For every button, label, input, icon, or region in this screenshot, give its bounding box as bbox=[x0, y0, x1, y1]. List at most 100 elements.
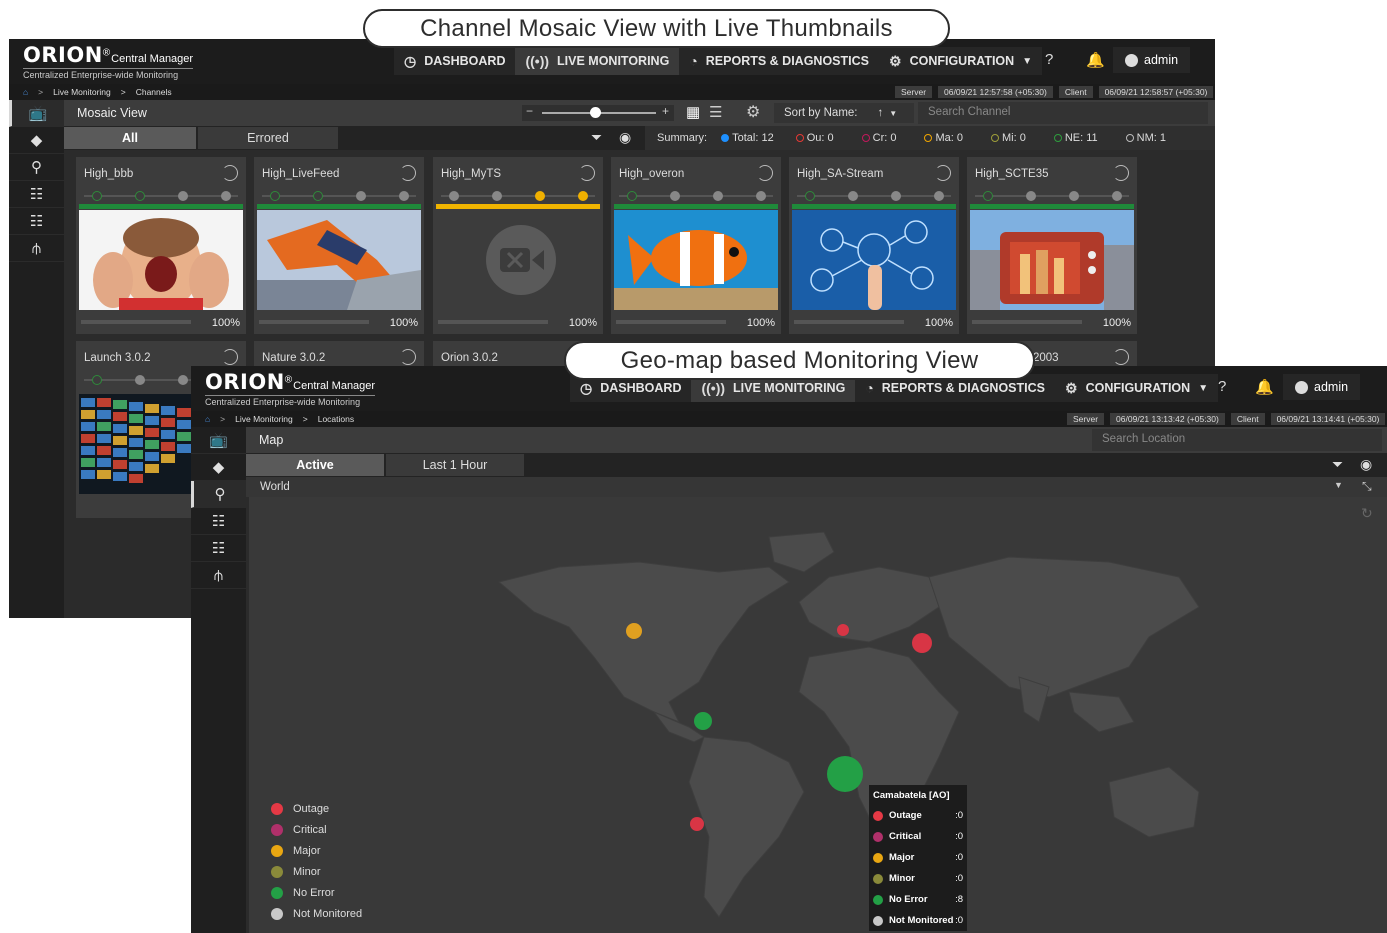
summary-critical-text: Cr: 0 bbox=[872, 132, 897, 144]
live-thumbnail[interactable] bbox=[970, 210, 1134, 310]
sort-select[interactable]: Sort by Name: ↑ ▼ bbox=[774, 103, 914, 123]
nav-dashboard[interactable]: ◷ DASHBOARD bbox=[394, 47, 515, 75]
bell-icon[interactable]: 🔔 bbox=[1086, 51, 1105, 69]
legend-label: No Error bbox=[293, 886, 335, 899]
help-icon[interactable]: ? bbox=[1045, 51, 1053, 68]
view-title: Map bbox=[259, 433, 284, 447]
status-dot bbox=[221, 191, 231, 201]
status-dot bbox=[399, 191, 409, 201]
map-marker-outage[interactable] bbox=[837, 624, 849, 636]
thumbnail-skydiver bbox=[257, 210, 421, 310]
gear-icon: ⚙ bbox=[1065, 379, 1078, 396]
sidebar-hierarchy[interactable]: ☷ bbox=[9, 181, 64, 208]
channel-tile[interactable]: High_bbb 100% bbox=[76, 157, 246, 334]
home-icon[interactable]: ⌂ bbox=[23, 87, 28, 97]
sidebar-alarms[interactable]: ◆ bbox=[9, 127, 64, 154]
sidebar-locations[interactable]: ⚲ bbox=[191, 481, 246, 508]
map-marker-no-error-selected[interactable] bbox=[827, 756, 863, 792]
bell-icon[interactable]: 🔔 bbox=[1255, 378, 1274, 396]
home-icon[interactable]: ⌂ bbox=[205, 414, 210, 424]
nav-configuration[interactable]: ⚙ CONFIGURATION ▼ bbox=[1055, 374, 1218, 402]
channel-tile[interactable]: High_SCTE35 100% bbox=[967, 157, 1137, 334]
topology-icon: ⫛ bbox=[32, 239, 41, 257]
zoom-in-icon[interactable]: + bbox=[662, 104, 669, 118]
filter-icon[interactable]: ⏷ bbox=[1332, 456, 1343, 473]
alarm-icon: ◆ bbox=[212, 459, 225, 476]
channel-tile[interactable]: High_SA-Stream 100% bbox=[789, 157, 959, 334]
sidebar-channels[interactable]: 📺 bbox=[191, 427, 246, 454]
tooltip-label: Not Monitored bbox=[889, 915, 954, 926]
server-time: 06/09/21 13:13:42 (+05:30) bbox=[1110, 413, 1225, 425]
summary-major-text: Ma: 0 bbox=[935, 132, 963, 144]
app-logo[interactable]: ORION®Central Manager Centralized Enterp… bbox=[205, 370, 376, 407]
collapse-icon[interactable]: ⤡ bbox=[1362, 479, 1372, 494]
eye-icon[interactable]: ◉ bbox=[619, 129, 631, 146]
zoom-out-icon[interactable]: − bbox=[526, 104, 533, 118]
sidebar-locations[interactable]: ⚲ bbox=[9, 154, 64, 181]
nav-configuration[interactable]: ⚙ CONFIGURATION ▼ bbox=[879, 47, 1042, 75]
sidebar-hierarchy-alt[interactable]: ☷ bbox=[191, 535, 246, 562]
live-thumbnail[interactable] bbox=[614, 210, 778, 310]
nav-reports[interactable]: ◔ REPORTS & DIAGNOSTICS bbox=[679, 47, 879, 75]
tab-active[interactable]: Active bbox=[246, 454, 384, 476]
summary-not-monitored-text: NM: 1 bbox=[1136, 132, 1166, 144]
zoom-thumb[interactable] bbox=[590, 107, 601, 118]
sidebar-topology[interactable]: ⫛ bbox=[9, 235, 64, 262]
filter-icon[interactable]: ⏷ bbox=[591, 129, 602, 146]
channel-tile[interactable]: High_LiveFeed 100% bbox=[254, 157, 424, 334]
search-location-input[interactable]: Search Location bbox=[1092, 429, 1382, 451]
app-logo[interactable]: ORION®Central Manager Centralized Enterp… bbox=[23, 43, 194, 80]
view-title: Mosaic View bbox=[77, 106, 147, 120]
live-thumbnail[interactable] bbox=[792, 210, 956, 310]
help-icon[interactable]: ? bbox=[1218, 378, 1226, 395]
tab-all[interactable]: All bbox=[64, 127, 196, 149]
nav-live-monitoring-label: LIVE MONITORING bbox=[733, 381, 846, 395]
loading-icon bbox=[400, 165, 416, 181]
no-video-thumbnail[interactable] bbox=[436, 210, 600, 310]
buffer-bar bbox=[972, 320, 1082, 324]
tab-errored[interactable]: Errored bbox=[198, 127, 338, 149]
callout-geo: Geo-map based Monitoring View bbox=[564, 341, 1035, 380]
hierarchy-icon: ☷ bbox=[29, 186, 44, 203]
sort-direction: ↑ bbox=[877, 107, 884, 119]
map-marker-no-error[interactable] bbox=[694, 712, 712, 730]
map-marker-outage[interactable] bbox=[690, 817, 704, 831]
search-channel-input[interactable]: Search Channel bbox=[918, 102, 1208, 124]
status-dot bbox=[891, 191, 901, 201]
map-marker-outage[interactable] bbox=[912, 633, 932, 653]
map-marker-major[interactable] bbox=[626, 623, 642, 639]
status-dot bbox=[535, 191, 545, 201]
map-area[interactable]: ↻ bbox=[249, 497, 1387, 933]
tab-last-hour[interactable]: Last 1 Hour bbox=[386, 454, 524, 476]
geomap-window: ORION®Central Manager Centralized Enterp… bbox=[191, 366, 1387, 933]
channel-tile[interactable]: High_MyTS 100% bbox=[433, 157, 603, 334]
thumbnail-city-tv bbox=[970, 210, 1134, 310]
live-thumbnail[interactable] bbox=[79, 210, 243, 310]
sidebar-hierarchy-alt[interactable]: ☷ bbox=[9, 208, 64, 235]
grid-view-icon[interactable]: ▦ bbox=[686, 103, 700, 121]
tooltip-value: :0 bbox=[955, 873, 963, 884]
eye-icon[interactable]: ◉ bbox=[1360, 456, 1372, 473]
user-menu[interactable]: admin bbox=[1283, 374, 1361, 400]
channel-tile[interactable]: High_overon 100% bbox=[611, 157, 781, 334]
list-view-icon[interactable]: ☰ bbox=[709, 103, 722, 121]
tooltip-row: Minor:0 bbox=[873, 868, 963, 889]
sidebar-channels[interactable]: 📺 bbox=[9, 100, 64, 127]
settings-icon[interactable]: ⚙ bbox=[746, 102, 760, 122]
region-select[interactable]: World ▼ ⤡ bbox=[246, 477, 1387, 497]
sidebar-hierarchy[interactable]: ☷ bbox=[191, 508, 246, 535]
live-thumbnail[interactable] bbox=[257, 210, 421, 310]
zoom-slider[interactable]: − + bbox=[522, 104, 674, 121]
sidebar-topology[interactable]: ⫛ bbox=[191, 562, 246, 589]
user-menu[interactable]: admin bbox=[1113, 47, 1191, 73]
nav-live-monitoring[interactable]: ((•)) LIVE MONITORING bbox=[515, 47, 680, 75]
breadcrumb-live-monitoring[interactable]: Live Monitoring bbox=[53, 87, 111, 97]
user-name: admin bbox=[1314, 380, 1349, 394]
buffer-percent: 100% bbox=[389, 317, 418, 329]
sidebar-alarms[interactable]: ◆ bbox=[191, 454, 246, 481]
hierarchy-icon: ☷ bbox=[211, 513, 226, 530]
user-icon bbox=[1295, 380, 1308, 394]
breadcrumb-live-monitoring[interactable]: Live Monitoring bbox=[235, 414, 293, 424]
client-time: 06/09/21 12:58:57 (+05:30) bbox=[1098, 86, 1214, 98]
buffer-percent: 100% bbox=[1102, 317, 1131, 329]
